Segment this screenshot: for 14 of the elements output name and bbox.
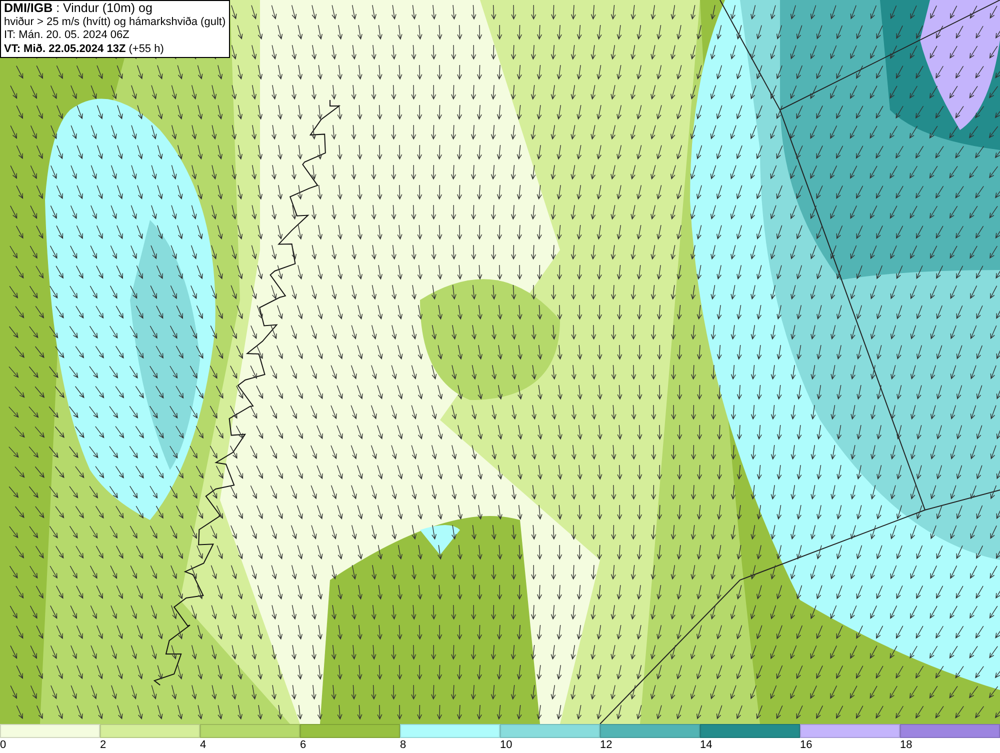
- legend-label: 0: [0, 739, 6, 751]
- legend-label: 16: [800, 739, 812, 751]
- title-line: DMI/IGB : Vindur (10m) og: [4, 2, 154, 16]
- legend-label: 6: [300, 739, 306, 751]
- title-line: IT: Mán. 20. 05. 2024 06Z: [4, 29, 130, 42]
- title-line: VT: Mið. 22.05.2024 13Z (+55 h): [4, 42, 165, 56]
- legend-label: 4: [200, 739, 206, 751]
- legend-label: 18: [900, 739, 912, 751]
- title-line: hviður > 25 m/s (hvítt) og hámarkshviða (gult): [4, 16, 226, 29]
- legend-label: 12: [600, 739, 612, 751]
- legend-label: 2: [100, 739, 106, 751]
- legend-label: 10: [500, 739, 512, 751]
- legend-label: 8: [400, 739, 406, 751]
- legend-label: 14: [700, 739, 712, 751]
